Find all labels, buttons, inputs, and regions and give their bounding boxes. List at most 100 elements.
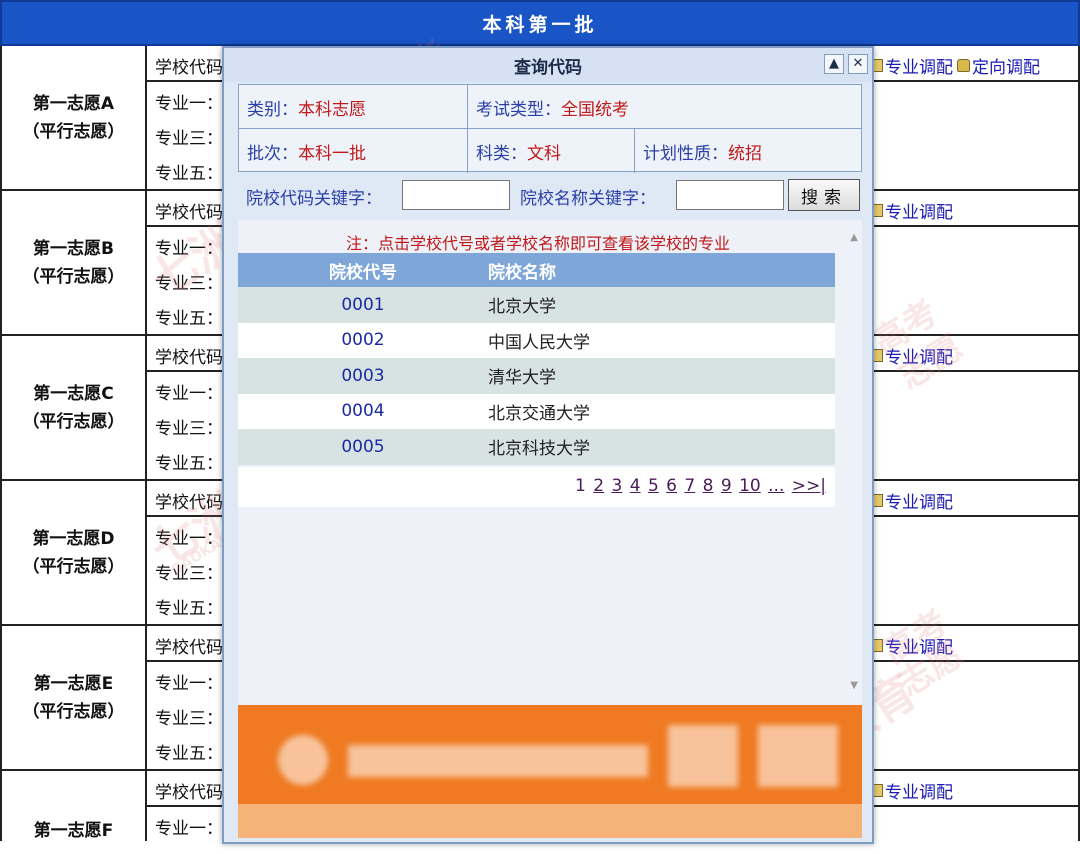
ad-banner[interactable] [238,705,862,838]
school-list-panel[interactable]: 注：点击学校代号或者学校名称即可查看该学校的专业 ▲ ▼ 院校代号 院校名称 0… [238,220,862,705]
page-link[interactable]: 9 [721,476,732,496]
scroll-down-icon[interactable]: ▼ [850,680,858,691]
adjust-options: 专业调配 [872,633,953,658]
adjust-label[interactable]: 专业调配 [885,343,953,368]
school-name-cell[interactable]: 清华大学 [488,358,835,394]
school-name-cell[interactable]: 北京大学 [488,287,835,323]
group-sub: （平行志愿） [22,266,125,287]
banner-footer-strip [238,804,862,838]
school-name-cell[interactable]: 北京交通大学 [488,393,835,429]
page-more-link[interactable]: ... [768,476,784,496]
page-link[interactable]: 2 [593,476,604,496]
info-cell-batch: 批次： 本科一批 [239,129,468,173]
group-name: 第一志愿B [33,238,114,259]
school-code-label: 学校代码 [155,638,223,658]
info-key: 计划性质： [643,143,728,164]
close-icon[interactable]: ✕ [848,54,868,74]
major-label: 专业五： [155,599,223,619]
school-code-label: 学校代码 [155,783,223,803]
major-label: 专业三： [155,564,223,584]
query-info-table: 类别： 本科志愿 考试类型： 全国统考 批次： 本科一批 科类： 文科 计划性质… [238,84,863,173]
school-code-label: 学校代码 [155,203,223,223]
school-code-cell[interactable]: 0001 [238,287,488,323]
page-current: 1 [575,476,586,496]
page-link[interactable]: 5 [648,476,659,496]
info-value: 本科志愿 [298,99,366,120]
column-header-name: 院校名称 [488,253,835,287]
school-code-cell[interactable]: 0005 [238,429,488,465]
major-label: 专业五： [155,164,223,184]
page-link[interactable]: 10 [739,476,761,496]
adjust-label[interactable]: 专业调配 [885,778,953,803]
info-value: 统招 [728,143,762,164]
table-header-row: 院校代号 院校名称 [238,253,835,287]
adjust-options: 专业调配 [872,198,953,223]
banner-qr-blurred [758,725,838,787]
group-label: 第一志愿F [0,771,147,841]
info-cell-plan-type: 计划性质： 统招 [635,129,863,173]
adjust-options: 专业调配 [872,778,953,803]
info-key: 类别： [247,99,298,120]
search-button[interactable]: 搜索 [788,179,860,211]
table-row[interactable]: 0001 北京大学 [238,287,835,323]
major-label: 专业三： [155,129,223,149]
adjust-label[interactable]: 专业调配 [885,53,953,78]
school-code-label: 学校代码 [155,493,223,513]
table-row[interactable]: 0003 清华大学 [238,358,835,394]
adjust-label[interactable]: 专业调配 [885,488,953,513]
major-label: 专业五： [155,309,223,329]
page-link[interactable]: 8 [703,476,714,496]
adjust-label[interactable]: 专业调配 [885,633,953,658]
group-label: 第一志愿C （平行志愿） [0,336,147,479]
school-code-cell[interactable]: 0004 [238,393,488,429]
page-link[interactable]: 7 [684,476,695,496]
major-label: 专业一： [155,94,223,114]
code-keyword-input[interactable] [402,180,510,210]
table-row[interactable]: 0002 中国人民大学 [238,322,835,358]
major-label: 专业一： [155,239,223,259]
group-sub: （平行志愿） [22,556,125,577]
info-key: 批次： [247,143,298,164]
group-label: 第一志愿A （平行志愿） [0,46,147,189]
major-label: 专业一： [155,674,223,694]
major-label: 专业五： [155,454,223,474]
table-row[interactable]: 0005 北京科技大学 [238,429,835,465]
school-code-label: 学校代码 [155,348,223,368]
column-header-code: 院校代号 [238,253,488,287]
major-label: 专业五： [155,744,223,764]
group-name: 第一志愿A [32,93,115,114]
group-name: 第一志愿F [33,821,114,841]
page-link[interactable]: 6 [666,476,677,496]
info-row: 类别： 本科志愿 考试类型： 全国统考 [239,85,861,129]
school-code-cell[interactable]: 0003 [238,358,488,394]
school-name-cell[interactable]: 中国人民大学 [488,322,835,358]
school-code-cell[interactable]: 0002 [238,322,488,358]
banner-text-blurred [348,745,648,777]
adjust-label[interactable]: 专业调配 [885,198,953,223]
group-sub: （平行志愿） [22,121,125,142]
info-value: 全国统考 [561,99,629,120]
dialog-title-bar[interactable]: 查询代码 [224,48,872,82]
banner-qr-blurred [668,725,738,787]
page-link[interactable]: 4 [630,476,641,496]
minimize-icon[interactable]: ▲ [824,54,844,74]
banner-logo [278,735,328,785]
major-label: 专业三： [155,419,223,439]
table-row[interactable]: 0004 北京交通大学 [238,393,835,429]
page-last-link[interactable]: >>| [792,476,826,496]
school-name-cell[interactable]: 北京科技大学 [488,429,835,465]
name-keyword-input[interactable] [676,180,784,210]
info-cell-subject: 科类： 文科 [468,129,635,173]
major-label: 专业一： [155,384,223,404]
info-key: 科类： [476,143,527,164]
info-value: 本科一批 [298,143,366,164]
group-label: 第一志愿B （平行志愿） [0,191,147,334]
group-name: 第一志愿D [32,528,115,549]
directed-adjust-label[interactable]: 定向调配 [972,53,1040,78]
code-keyword-label: 院校代码关键字： [246,189,382,209]
page-link[interactable]: 3 [611,476,622,496]
major-label: 专业三： [155,709,223,729]
group-sub: （平行志愿） [22,411,125,432]
scroll-up-icon[interactable]: ▲ [850,232,858,243]
adjust-options: 专业调配 [872,488,953,513]
